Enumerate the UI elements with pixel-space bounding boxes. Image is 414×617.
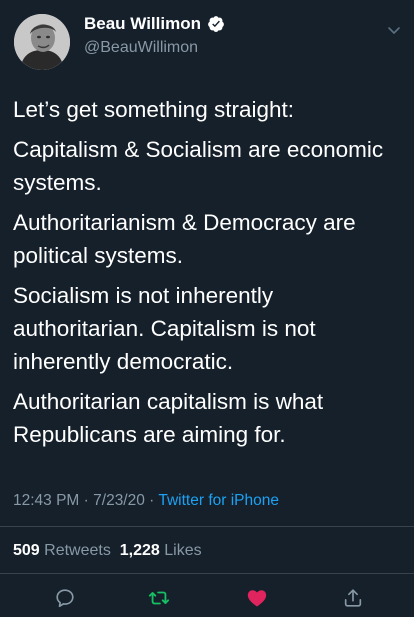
meta-separator: · xyxy=(149,492,159,509)
divider xyxy=(0,526,414,527)
action-bar xyxy=(0,585,414,613)
share-icon[interactable] xyxy=(340,585,366,611)
verified-badge-icon xyxy=(207,15,225,33)
retweets-stat[interactable]: 509 Retweets xyxy=(13,542,111,559)
tweet-source[interactable]: Twitter for iPhone xyxy=(158,492,279,509)
tweet-date[interactable]: 7/23/20 xyxy=(93,492,145,509)
likes-count: 1,228 xyxy=(119,542,160,559)
engagement-stats: 509 Retweets 1,228 Likes xyxy=(13,540,202,562)
likes-label: Likes xyxy=(164,542,202,559)
meta-separator: · xyxy=(83,492,94,509)
retweets-label: Retweets xyxy=(44,542,111,559)
tweet-metadata: 12:43 PM · 7/23/20 · Twitter for iPhone xyxy=(13,490,279,512)
retweet-icon[interactable] xyxy=(146,585,172,611)
display-name[interactable]: Beau Willimon xyxy=(84,14,201,34)
tweet-header: Beau Willimon @BeauWillimon xyxy=(0,0,414,80)
retweets-count: 509 xyxy=(13,542,40,559)
avatar-photo xyxy=(14,14,70,70)
tweet-time[interactable]: 12:43 PM xyxy=(13,492,79,509)
tweet-text: Let’s get something straight: Capitalism… xyxy=(13,93,405,458)
tweet-paragraph: Authoritarian capitalism is what Republi… xyxy=(13,389,324,447)
name-row: Beau Willimon xyxy=(84,14,225,34)
chevron-down-icon[interactable] xyxy=(386,22,402,38)
tweet-paragraph: Socialism is not inherently authoritaria… xyxy=(13,283,316,374)
likes-stat[interactable]: 1,228 Likes xyxy=(120,542,202,559)
user-handle[interactable]: @BeauWillimon xyxy=(84,38,198,58)
heart-icon[interactable] xyxy=(244,585,270,611)
reply-icon[interactable] xyxy=(52,585,78,611)
tweet-paragraph: Capitalism & Socialism are economic syst… xyxy=(13,137,384,195)
divider xyxy=(0,573,414,574)
tweet-paragraph: Let’s get something straight: xyxy=(13,97,294,122)
avatar[interactable] xyxy=(14,14,70,70)
tweet-paragraph: Authoritarianism & Democracy are politic… xyxy=(13,210,356,268)
